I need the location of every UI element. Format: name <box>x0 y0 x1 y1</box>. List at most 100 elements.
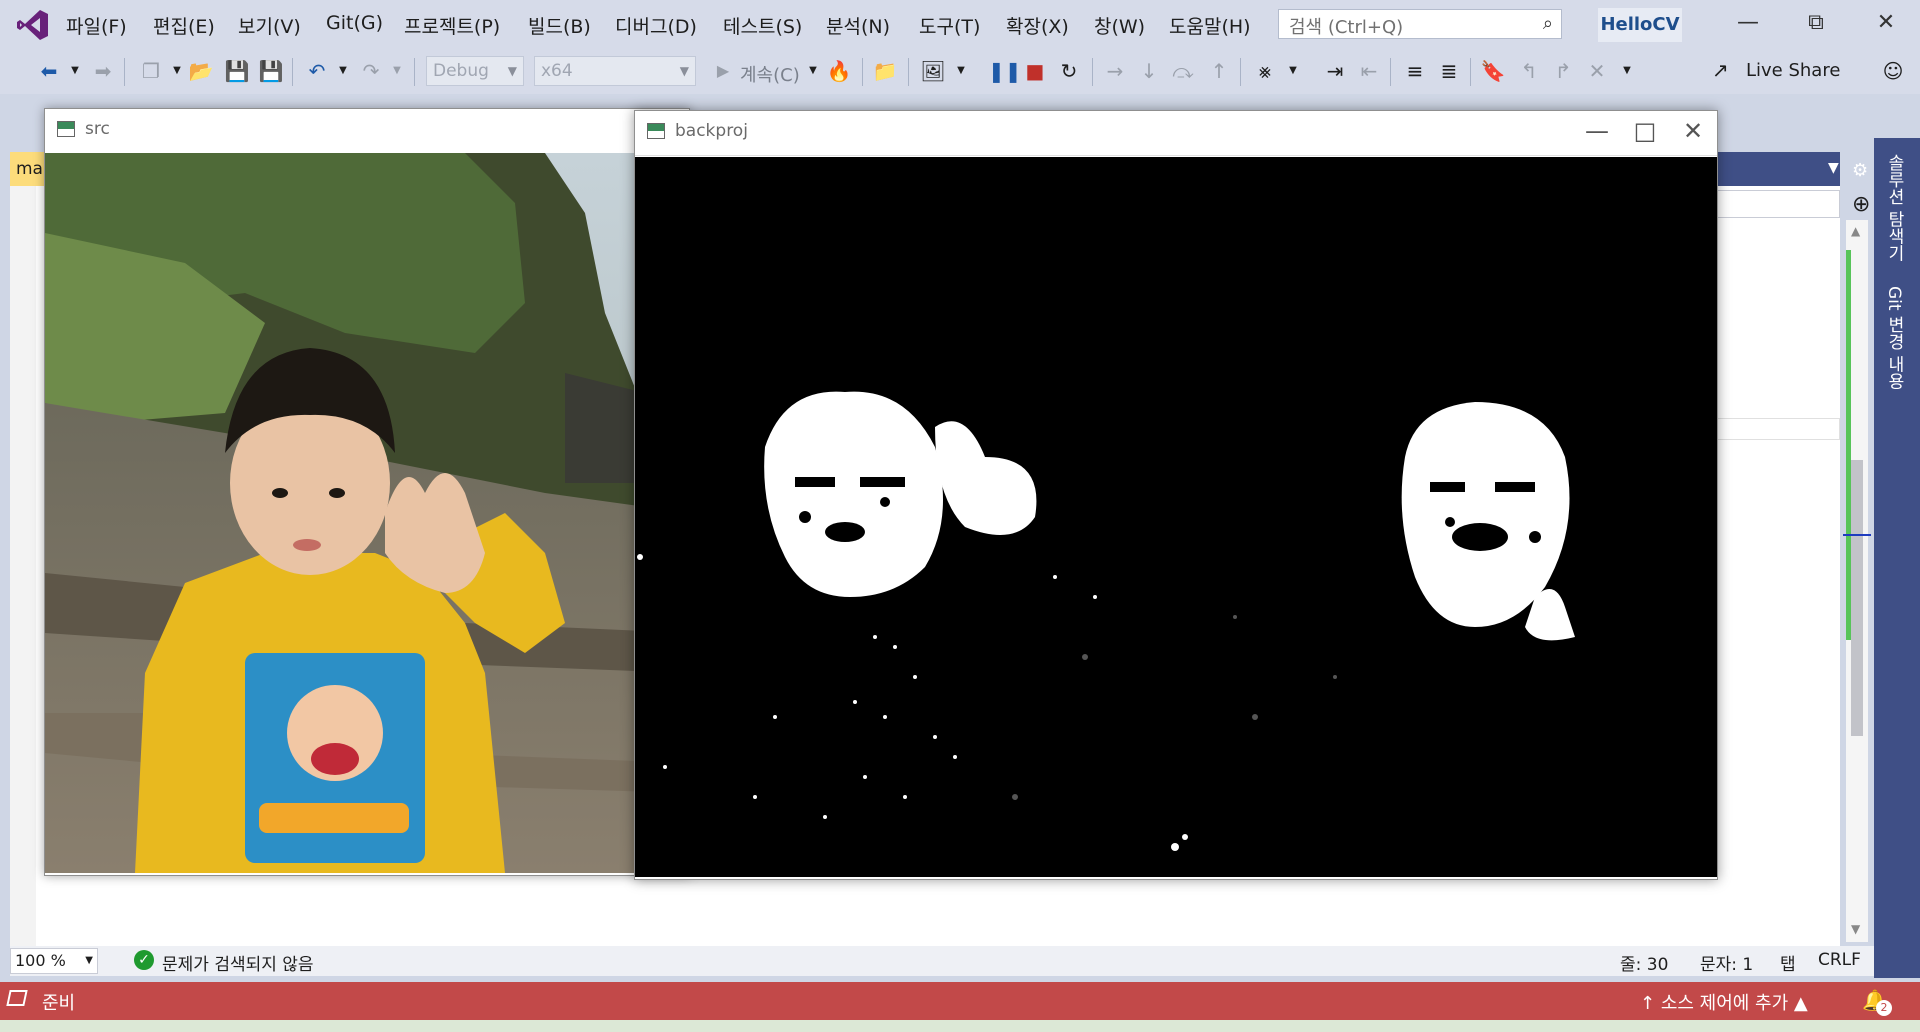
backproj-image-window[interactable]: backproj — □ ✕ <box>634 110 1718 880</box>
menu-view[interactable]: 보기(V) <box>238 12 301 39</box>
line-indicator[interactable]: 줄: 30 <box>1620 950 1668 975</box>
menu-analyze[interactable]: 분석(N) <box>826 12 890 39</box>
source-control-label: 소스 제어에 추가 <box>1660 993 1789 1014</box>
add-to-source-control-button[interactable]: ↑ 소스 제어에 추가 ▲ <box>1640 989 1808 1015</box>
search-placeholder: 검색 (Ctrl+Q) <box>1289 17 1404 38</box>
standard-toolbar: ⬅ ▼ ➡ ❐ ▼ 📂 💾 💾 ↶ ▼ ↷ ▼ Debug ▼ x64 ▼ ▶ 계속… <box>0 50 1920 94</box>
backproj-window-titlebar[interactable]: backproj — □ ✕ <box>635 111 1717 156</box>
zoom-select[interactable]: 100 % ▼ <box>10 948 98 974</box>
src-image-window[interactable]: src <box>44 108 690 876</box>
indent-icon[interactable]: ≣ <box>1436 58 1462 84</box>
menu-tools[interactable]: 도구(T) <box>919 12 980 39</box>
menu-extensions[interactable]: 확장(X) <box>1006 12 1069 39</box>
editor-margin <box>10 186 36 946</box>
configuration-value: Debug <box>433 61 489 81</box>
gear-icon[interactable]: ⚙ <box>1852 160 1868 181</box>
clear-bookmarks-icon[interactable]: ✕ <box>1584 58 1610 84</box>
tab-list-dropdown-icon[interactable]: ▼ <box>1828 160 1839 176</box>
step-over-icon[interactable]: ⤼ <box>1170 58 1196 84</box>
src-photo <box>45 153 689 873</box>
menu-project[interactable]: 프로젝트(P) <box>404 12 500 39</box>
outdent-icon[interactable]: ≡ <box>1402 58 1428 84</box>
maximize-icon[interactable]: □ <box>1625 117 1665 145</box>
src-window-title: src <box>85 119 110 139</box>
taskbar-strip <box>0 1020 1920 1032</box>
src-window-titlebar[interactable]: src <box>45 109 689 154</box>
zoom-value: 100 % <box>15 951 66 970</box>
hot-reload-icon[interactable]: 🔥 <box>826 58 852 84</box>
stop-icon[interactable]: ■ <box>1022 58 1048 84</box>
share-icon: ↗ <box>1712 58 1729 82</box>
breakpoints-dropdown-icon[interactable]: ▼ <box>1280 58 1306 84</box>
line-comment-icon[interactable]: ⇥ <box>1322 58 1348 84</box>
step-into-icon[interactable]: ↓ <box>1136 58 1162 84</box>
show-next-statement-icon[interactable]: → <box>1102 58 1128 84</box>
minimize-icon[interactable]: — <box>1728 10 1768 35</box>
menu-edit[interactable]: 편집(E) <box>153 12 215 39</box>
forward-icon[interactable]: ➡ <box>90 58 116 84</box>
open-folder-icon[interactable]: 📂 <box>188 58 214 84</box>
find-in-files-icon[interactable]: 📁 <box>872 58 898 84</box>
previous-bookmark-icon[interactable]: ↰ <box>1516 58 1542 84</box>
tab-indicator[interactable]: 탭 <box>1780 950 1796 975</box>
continue-play-icon[interactable]: ▶ <box>710 58 736 84</box>
visual-studio-logo-icon <box>17 10 48 40</box>
undo-icon[interactable]: ↶ <box>304 58 330 84</box>
back-icon[interactable]: ⬅ <box>36 58 62 84</box>
minimize-icon[interactable]: — <box>1577 117 1617 145</box>
search-icon: ⌕ <box>1542 13 1553 34</box>
eol-indicator[interactable]: CRLF <box>1818 950 1861 970</box>
menu-git[interactable]: Git(G) <box>326 12 383 34</box>
scroll-down-icon[interactable]: ▼ <box>1851 922 1860 936</box>
close-icon[interactable]: ✕ <box>1673 117 1713 145</box>
char-indicator[interactable]: 문자: 1 <box>1700 950 1753 975</box>
restore-icon[interactable]: ⧉ <box>1796 10 1836 35</box>
close-icon[interactable]: ✕ <box>1866 10 1906 35</box>
menu-test[interactable]: 테스트(S) <box>723 12 802 39</box>
new-dropdown-icon[interactable]: ▼ <box>164 58 190 84</box>
breakpoints-icon[interactable]: ⨳ <box>1252 58 1278 84</box>
menu-file[interactable]: 파일(F) <box>66 12 127 39</box>
live-share-label: Live Share <box>1746 60 1841 81</box>
next-bookmark-icon[interactable]: ↱ <box>1550 58 1576 84</box>
member-navigation-select[interactable] <box>1712 190 1840 218</box>
screenshot-icon[interactable]: 🖼 <box>920 58 946 84</box>
pause-icon[interactable]: ❚❚ <box>988 58 1022 84</box>
continue-dropdown-icon[interactable]: ▼ <box>800 58 826 84</box>
new-project-icon[interactable]: ❐ <box>138 58 164 84</box>
line-uncomment-icon[interactable]: ⇤ <box>1356 58 1382 84</box>
configuration-select[interactable]: Debug ▼ <box>426 56 524 86</box>
editor-line-highlight <box>1712 418 1840 440</box>
scrollbar-thumb[interactable] <box>1851 460 1863 736</box>
menu-help[interactable]: 도움말(H) <box>1169 12 1251 39</box>
notification-count: 2 <box>1876 1000 1892 1016</box>
ready-status: 준비 <box>42 993 76 1014</box>
restart-icon[interactable]: ↻ <box>1056 58 1082 84</box>
step-out-icon[interactable]: ↑ <box>1206 58 1232 84</box>
screenshot-dropdown-icon[interactable]: ▼ <box>948 58 974 84</box>
back-dropdown-icon[interactable]: ▼ <box>62 58 88 84</box>
caret-position-marker <box>1843 534 1871 536</box>
continue-button[interactable]: 계속(C) <box>740 61 800 87</box>
feedback-icon[interactable]: ☺ <box>1880 58 1906 84</box>
bookmark-icon[interactable]: 🔖 <box>1480 58 1506 84</box>
right-tool-panel <box>1874 138 1920 978</box>
solution-explorer-tab[interactable]: 솔루션 탐색기 <box>1882 154 1907 261</box>
menu-build[interactable]: 빌드(B) <box>528 12 591 39</box>
status-bar: 준비 ↑ 소스 제어에 추가 ▲ 🔔 2 <box>0 982 1920 1020</box>
toolbar-overflow-icon[interactable]: ▼ <box>1614 58 1640 84</box>
split-editor-icon[interactable]: ⊕ <box>1852 192 1870 217</box>
save-icon[interactable]: 💾 <box>224 58 250 84</box>
issues-status[interactable]: 문제가 검색되지 않음 <box>162 950 314 975</box>
window-app-icon <box>647 123 665 139</box>
save-all-icon[interactable]: 💾 <box>258 58 284 84</box>
menu-window[interactable]: 창(W) <box>1094 12 1145 39</box>
search-input[interactable]: 검색 (Ctrl+Q) ⌕ <box>1278 9 1562 39</box>
menu-debug[interactable]: 디버그(D) <box>615 12 697 39</box>
undo-dropdown-icon[interactable]: ▼ <box>330 58 356 84</box>
scroll-up-icon[interactable]: ▲ <box>1851 224 1860 238</box>
platform-select[interactable]: x64 ▼ <box>534 56 696 86</box>
redo-icon[interactable]: ↷ <box>358 58 384 84</box>
git-changes-tab[interactable]: Git 변경 내용 <box>1882 286 1907 389</box>
redo-dropdown-icon[interactable]: ▼ <box>384 58 410 84</box>
